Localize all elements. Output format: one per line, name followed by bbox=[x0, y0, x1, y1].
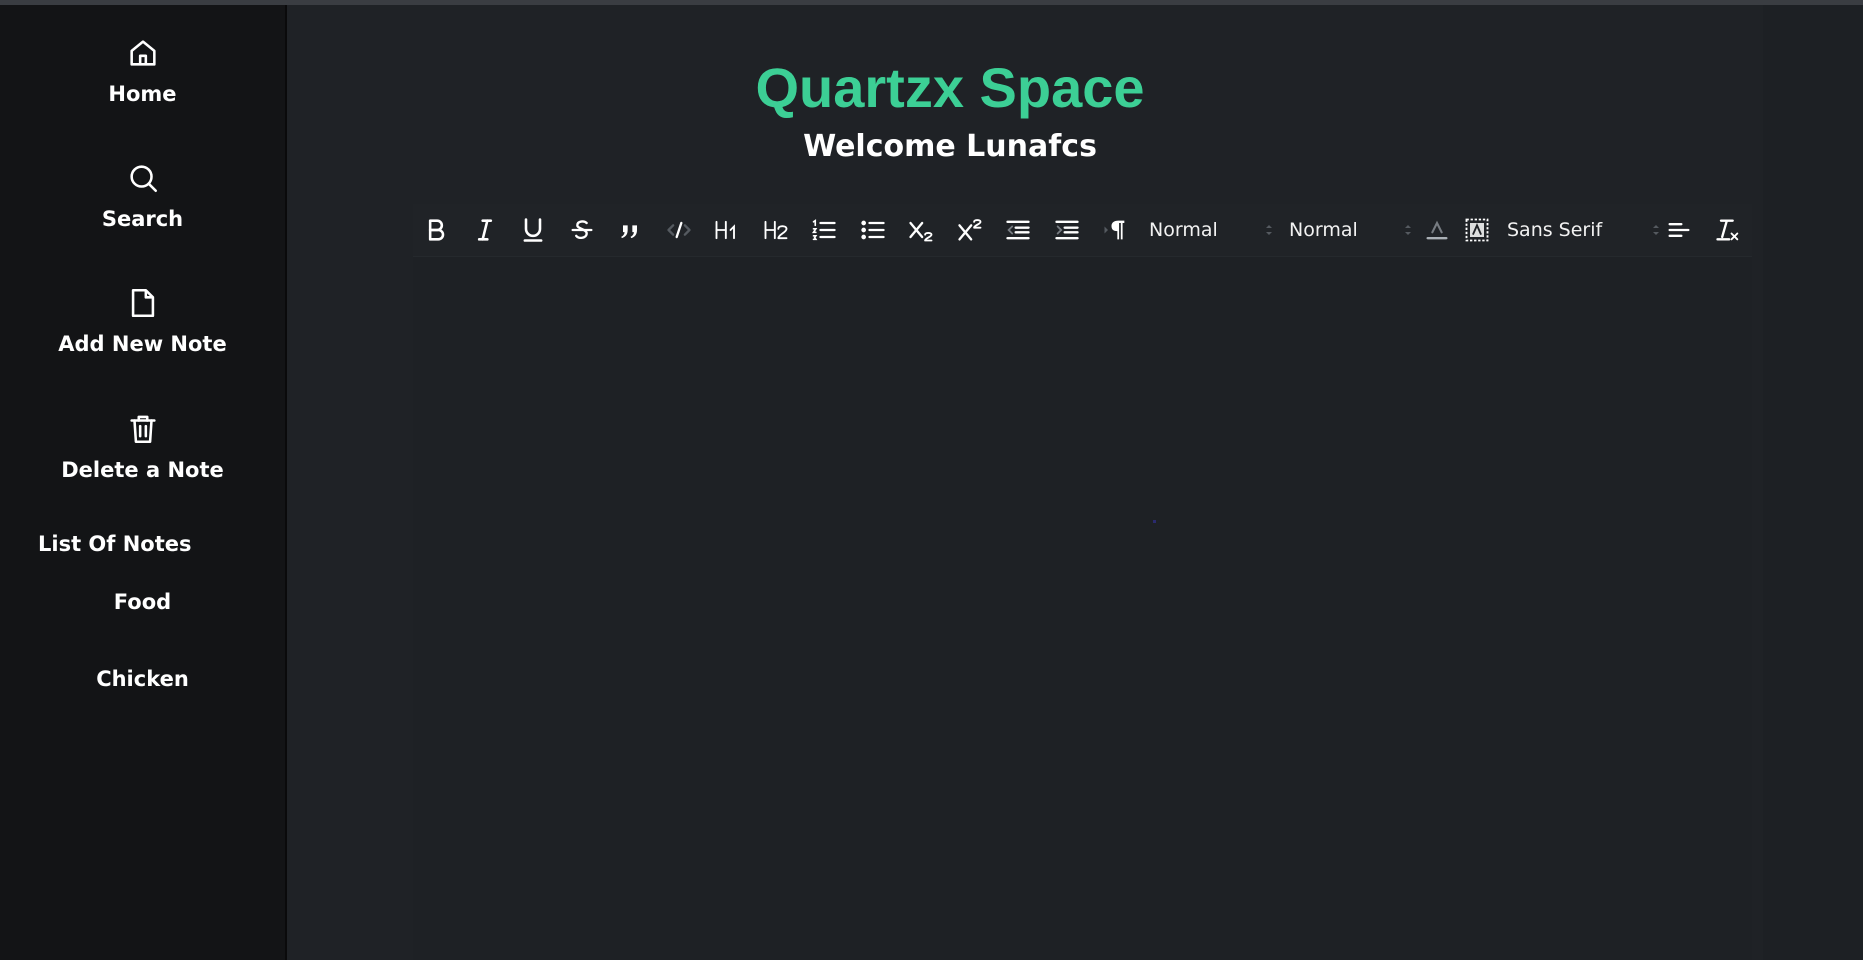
search-icon bbox=[129, 165, 157, 193]
sidebar-item-add-note[interactable]: Add New Note bbox=[0, 286, 285, 356]
underline-icon bbox=[523, 218, 543, 242]
subscript-icon bbox=[909, 221, 933, 242]
background-color-button[interactable] bbox=[1460, 214, 1494, 246]
italic-icon bbox=[477, 219, 493, 241]
chevron-updown-icon bbox=[1266, 225, 1272, 235]
font-select-value: Sans Serif bbox=[1507, 219, 1603, 241]
superscript-icon bbox=[958, 219, 982, 241]
blockquote-icon bbox=[621, 225, 637, 239]
sidebar-item-home[interactable]: Home bbox=[0, 36, 285, 106]
background-icon bbox=[1465, 218, 1489, 242]
blockquote-button[interactable] bbox=[613, 214, 647, 246]
header-select[interactable]: Normal bbox=[1149, 214, 1274, 246]
sidebar: Home Search Add New Note Delete a Note L… bbox=[0, 5, 287, 960]
text-cursor bbox=[1153, 520, 1156, 523]
sidebar-item-label: Home bbox=[108, 82, 177, 106]
h1-icon bbox=[715, 220, 735, 240]
ordered-list-icon bbox=[811, 219, 836, 241]
file-icon bbox=[131, 288, 154, 318]
code-icon bbox=[667, 221, 691, 239]
trash-icon bbox=[129, 415, 156, 444]
clean-icon bbox=[1716, 219, 1739, 241]
chevron-updown-icon bbox=[1653, 225, 1659, 235]
indent-button[interactable] bbox=[1050, 214, 1084, 246]
notes-list-heading: List Of Notes bbox=[38, 532, 192, 556]
strike-icon bbox=[571, 220, 593, 240]
sidebar-item-label: Search bbox=[101, 207, 184, 231]
sidebar-item-label: Delete a Note bbox=[61, 458, 224, 482]
bullet-list-icon bbox=[861, 220, 885, 240]
outdent-icon bbox=[1006, 220, 1030, 240]
color-icon bbox=[1426, 220, 1448, 240]
superscript-button[interactable] bbox=[953, 214, 987, 246]
code-button[interactable] bbox=[662, 214, 696, 246]
header-2-button[interactable] bbox=[759, 214, 793, 246]
note-item-chicken[interactable]: Chicken bbox=[0, 667, 285, 691]
sidebar-item-delete-note[interactable]: Delete a Note bbox=[0, 412, 285, 482]
bullet-list-button[interactable] bbox=[856, 214, 890, 246]
size-select-value: Normal bbox=[1289, 219, 1358, 241]
clear-formatting-button[interactable] bbox=[1711, 214, 1745, 246]
sidebar-item-search[interactable]: Search bbox=[0, 161, 285, 231]
note-editor[interactable] bbox=[413, 204, 1752, 960]
bold-button[interactable] bbox=[419, 214, 453, 246]
h2-icon bbox=[764, 220, 788, 240]
underline-button[interactable] bbox=[516, 214, 550, 246]
size-select[interactable]: Normal bbox=[1289, 214, 1413, 246]
bold-icon bbox=[428, 219, 445, 241]
direction-button[interactable] bbox=[1098, 214, 1132, 246]
italic-button[interactable] bbox=[468, 214, 502, 246]
editor-toolbar: Normal Normal Sans Serif bbox=[413, 204, 1752, 257]
direction-icon bbox=[1104, 220, 1125, 240]
header-1-button[interactable] bbox=[710, 214, 744, 246]
chevron-updown-icon bbox=[1405, 225, 1411, 235]
font-select[interactable]: Sans Serif bbox=[1507, 214, 1661, 246]
align-button[interactable] bbox=[1662, 214, 1696, 246]
header-select-value: Normal bbox=[1149, 219, 1218, 241]
sidebar-item-label: Add New Note bbox=[58, 332, 227, 356]
outdent-button[interactable] bbox=[1001, 214, 1035, 246]
note-item-food[interactable]: Food bbox=[0, 590, 285, 614]
welcome-message: Welcome Lunafcs bbox=[803, 129, 1097, 164]
ordered-list-button[interactable] bbox=[807, 214, 841, 246]
home-icon bbox=[129, 40, 156, 66]
right-margin bbox=[1763, 5, 1863, 960]
strike-button[interactable] bbox=[565, 214, 599, 246]
subscript-button[interactable] bbox=[904, 214, 938, 246]
align-icon bbox=[1668, 223, 1690, 237]
app-title: Quartzx Space bbox=[755, 56, 1145, 119]
text-color-button[interactable] bbox=[1420, 214, 1454, 246]
indent-icon bbox=[1055, 220, 1079, 240]
